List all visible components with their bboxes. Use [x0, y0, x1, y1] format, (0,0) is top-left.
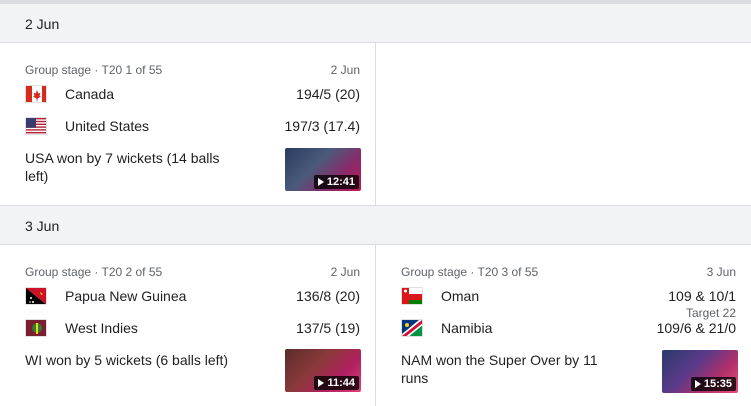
- play-icon: [317, 178, 324, 186]
- date-header-label: 2 Jun: [25, 16, 60, 32]
- match-result: USA won by 7 wickets (14 balls left): [25, 150, 220, 184]
- oman-flag-icon: [401, 287, 423, 305]
- video-duration: 15:35: [703, 378, 732, 390]
- team-score: 109 & 10/1: [668, 288, 736, 304]
- team-score: 194/5 (20): [296, 86, 360, 102]
- video-thumbnail[interactable]: 11:44: [285, 349, 361, 392]
- play-icon: [318, 379, 325, 387]
- top-border: [0, 0, 751, 3]
- video-thumbnail[interactable]: 15:35: [662, 350, 738, 393]
- match-stage: Group stage · T20 3 of 55: [401, 265, 539, 279]
- usa-flag-icon: [25, 117, 47, 135]
- match-card[interactable]: Group stage · T20 3 of 55 3 Jun Oman 109…: [376, 245, 751, 406]
- video-duration-badge: 11:44: [314, 376, 359, 390]
- date-header: 2 Jun: [0, 3, 751, 43]
- team-name: Oman: [441, 288, 480, 304]
- team-row: Canada 194/5 (20): [25, 83, 360, 107]
- team-name: United States: [65, 118, 150, 134]
- match-stage: Group stage · T20 2 of 55: [25, 265, 163, 279]
- team-score: 137/5 (19): [296, 320, 360, 336]
- match-card[interactable]: Group stage · T20 1 of 55 2 Jun Canada 1…: [0, 43, 376, 205]
- play-icon: [694, 380, 701, 388]
- column-divider: [375, 43, 376, 205]
- match-card[interactable]: Group stage · T20 2 of 55 2 Jun Papua Ne…: [0, 245, 376, 406]
- team-row: Papua New Guinea 136/8 (20): [25, 285, 360, 309]
- match-stage: Group stage · T20 1 of 55: [25, 63, 163, 77]
- match-date: 2 Jun: [330, 63, 360, 77]
- team-row: United States 197/3 (17.4): [25, 115, 360, 139]
- team-name: West Indies: [65, 320, 138, 336]
- team-row: Oman 109 & 10/1 Target 22: [401, 285, 736, 320]
- team-name: Papua New Guinea: [65, 288, 187, 304]
- match-result: NAM won the Super Over by 11 runs: [401, 352, 598, 386]
- video-duration-badge: 12:41: [313, 175, 359, 189]
- team-row: Namibia 109/6 & 21/0: [401, 317, 736, 341]
- west-indies-flag-icon: [25, 319, 47, 337]
- team-name: Canada: [65, 86, 115, 102]
- date-header-label: 3 Jun: [25, 218, 60, 234]
- namibia-flag-icon: [401, 319, 423, 337]
- canada-flag-icon: [25, 85, 47, 103]
- match-row: Group stage · T20 2 of 55 2 Jun Papua Ne…: [0, 245, 751, 406]
- papua-new-guinea-flag-icon: [25, 287, 47, 305]
- video-duration-badge: 15:35: [690, 377, 736, 391]
- team-score: 109/6 & 21/0: [656, 320, 736, 336]
- match-result: WI won by 5 wickets (6 balls left): [25, 352, 229, 368]
- team-name: Namibia: [441, 320, 493, 336]
- video-duration: 11:44: [327, 377, 355, 389]
- team-row: West Indies 137/5 (19): [25, 317, 360, 341]
- video-thumbnail[interactable]: 12:41: [285, 148, 361, 191]
- video-duration: 12:41: [326, 176, 355, 188]
- match-date: 2 Jun: [330, 265, 360, 279]
- team-score: 197/3 (17.4): [284, 118, 361, 134]
- match-date: 3 Jun: [706, 265, 736, 279]
- team-score: 136/8 (20): [296, 288, 360, 304]
- date-header: 3 Jun: [0, 205, 751, 245]
